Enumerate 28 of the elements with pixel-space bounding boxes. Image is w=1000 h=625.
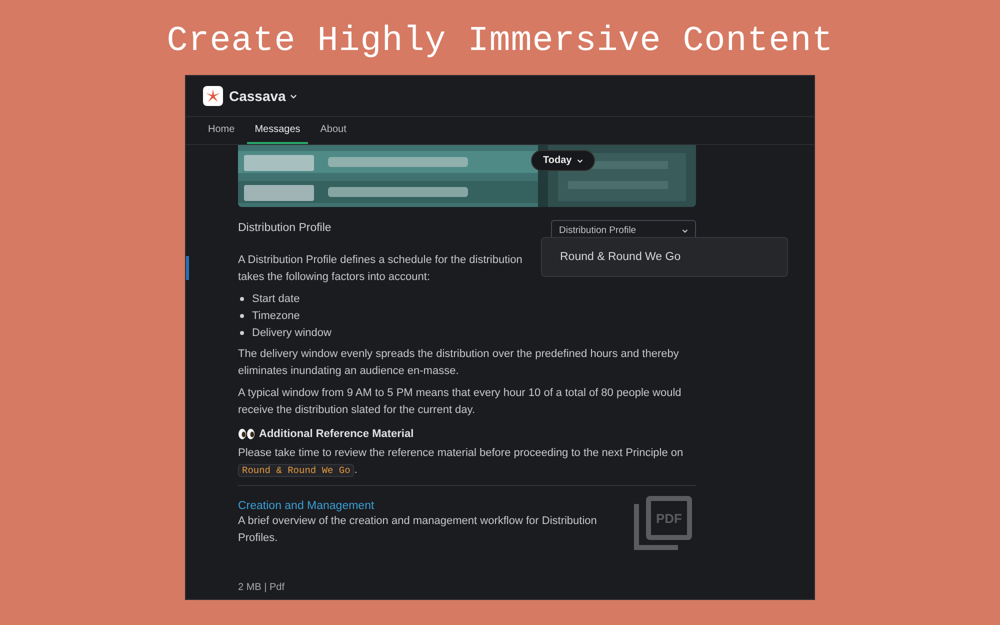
field-label: Distribution Profile: [238, 222, 332, 234]
attachment-description: A brief overview of the creation and management workflow for Distribution Profiles.: [238, 514, 598, 546]
section-heading: Additional Reference Material: [259, 428, 414, 440]
nav-tab[interactable]: Home: [200, 117, 243, 144]
headline: Create Highly Immersive Content: [166, 24, 834, 59]
caret-icon: [576, 158, 583, 162]
caret-icon: [290, 94, 297, 98]
code-snippet: Round & Round We Go: [238, 464, 354, 477]
bullet-icon: [240, 330, 244, 334]
eyes-icon: [238, 428, 255, 440]
bullet-icon: [240, 314, 244, 318]
paragraph: The delivery window evenly spreads the distribution over the predefined hours and thereby eliminates inundating an audience en-masse.: [238, 347, 680, 379]
list-item: Timezone: [252, 310, 300, 322]
workspace-switcher[interactable]: Cassava: [229, 88, 297, 104]
paragraph: A typical window from 9 AM to 5 PM means that every hour 10 of a total of 80 people would receive the distribution slated for the current day.: [238, 386, 682, 418]
paragraph-line: A Distribution Profile defines a schedule for the distribution: [238, 253, 522, 268]
file-meta: 2 MB | Pdf: [238, 582, 286, 593]
list-item: Delivery window: [252, 326, 332, 338]
list-item: Start date: [252, 292, 300, 304]
date-dropdown[interactable]: Today: [531, 150, 595, 171]
bullet-icon: [240, 296, 244, 300]
nav-tab[interactable]: About: [312, 117, 354, 144]
paragraph-line: takes the following factors into account:: [238, 270, 430, 285]
paragraph: Please take time to review the reference material before proceeding to the next Principle on Round & Round We Go .: [238, 446, 684, 479]
caret-icon: [682, 228, 688, 232]
menu-item[interactable]: Round & Round We Go: [560, 251, 681, 263]
attachment-link[interactable]: Creation and Management: [238, 500, 628, 512]
logo-icon: [203, 86, 223, 106]
